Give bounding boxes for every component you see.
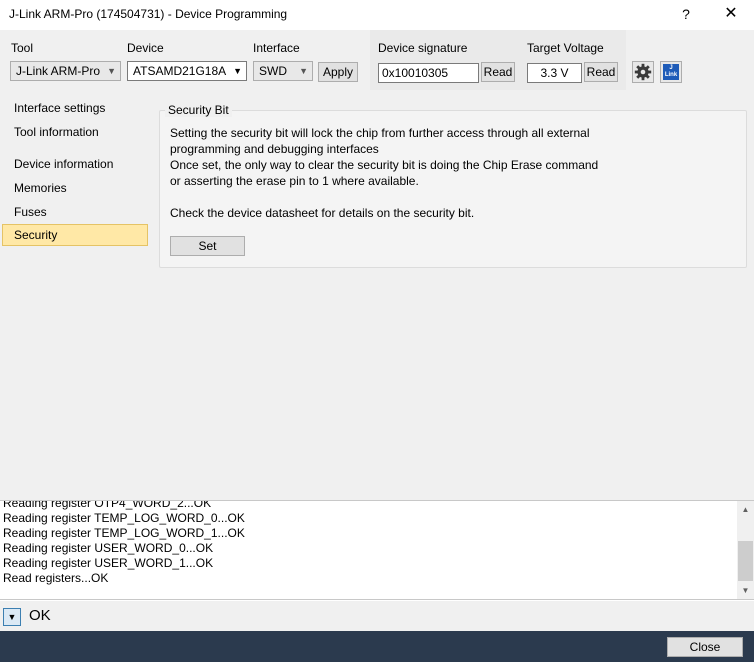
security-description-line: or asserting the erase pin to 1 where av…: [170, 174, 419, 188]
log-line: Reading register USER_WORD_1...OK: [3, 556, 214, 570]
window-close-button[interactable]: ✕: [720, 4, 742, 24]
tool-select-value: J-Link ARM-Pro: [16, 64, 101, 78]
jlink-logo-icon: J Link: [663, 64, 679, 80]
help-button[interactable]: ?: [676, 4, 696, 24]
gear-icon: [634, 63, 652, 81]
security-panel: Security Bit Setting the security bit wi…: [150, 90, 754, 500]
scroll-up-icon[interactable]: ▲: [737, 501, 754, 518]
sidebar-item-security[interactable]: Security: [2, 224, 148, 246]
security-description-line: Once set, the only way to clear the secu…: [170, 158, 599, 172]
sidebar-item-interface-settings[interactable]: Interface settings: [2, 97, 148, 119]
signature-voltage-panel: Device signature 0x10010305 Read Target …: [370, 30, 626, 90]
footer-bar: Close: [0, 631, 754, 662]
set-security-bit-button[interactable]: Set: [170, 236, 245, 256]
tool-label: Tool: [11, 41, 34, 55]
log-line: Reading register OTP4_WORD_2...OK: [3, 500, 212, 510]
log-output[interactable]: Reading register OTP4_WORD_2...OK Readin…: [0, 500, 754, 600]
voltage-label: Target Voltage: [527, 41, 604, 55]
voltage-read-button[interactable]: Read: [584, 62, 618, 82]
security-description-line: Setting the security bit will lock the c…: [170, 126, 590, 140]
interface-label: Interface: [253, 41, 300, 55]
interface-select[interactable]: SWD ▼: [253, 61, 313, 81]
sidebar-item-tool-information[interactable]: Tool information: [2, 121, 148, 143]
sidebar-item-fuses[interactable]: Fuses: [2, 201, 148, 223]
log-scrollbar[interactable]: ▲ ▼: [737, 501, 754, 599]
log-line: Reading register TEMP_LOG_WORD_1...OK: [3, 526, 245, 540]
scroll-down-icon[interactable]: ▼: [737, 582, 754, 599]
tool-select[interactable]: J-Link ARM-Pro ▼: [10, 61, 121, 81]
close-button[interactable]: Close: [667, 637, 743, 657]
expand-log-button[interactable]: ▼: [3, 608, 21, 626]
signature-label: Device signature: [378, 41, 468, 55]
toolbar: Tool J-Link ARM-Pro ▼ Device ATSAMD21G18…: [0, 30, 754, 90]
chevron-down-icon: ▼: [299, 66, 308, 76]
security-bit-group-title: Security Bit: [165, 103, 232, 117]
sidebar-item-memories[interactable]: Memories: [2, 177, 148, 199]
device-select[interactable]: ATSAMD21G18A ▼: [127, 61, 247, 81]
chevron-down-icon: ▼: [233, 66, 242, 76]
jlink-about-button[interactable]: J Link: [660, 61, 682, 83]
settings-button[interactable]: [632, 61, 654, 83]
log-line: Reading register USER_WORD_0...OK: [3, 541, 214, 555]
log-line: Reading register TEMP_LOG_WORD_0...OK: [3, 511, 245, 525]
log-line: Read registers...OK: [3, 571, 109, 585]
security-description-line: Check the device datasheet for details o…: [170, 206, 475, 220]
status-text: OK: [29, 607, 51, 624]
security-description-line: programming and debugging interfaces: [170, 142, 379, 156]
window-title: J-Link ARM-Pro (174504731) - Device Prog…: [9, 7, 288, 21]
device-label: Device: [127, 41, 164, 55]
sidebar-item-device-information[interactable]: Device information: [2, 153, 148, 175]
title-bar: J-Link ARM-Pro (174504731) - Device Prog…: [0, 0, 754, 30]
sidebar: Interface settings Tool information Devi…: [0, 90, 150, 500]
signature-read-button[interactable]: Read: [481, 62, 515, 82]
chevron-down-icon: ▼: [7, 612, 17, 622]
apply-button[interactable]: Apply: [318, 62, 358, 82]
chevron-down-icon: ▼: [107, 66, 116, 76]
log-scrollbar-thumb[interactable]: [738, 541, 753, 581]
security-bit-group: Security Bit Setting the security bit wi…: [159, 103, 747, 268]
device-select-value: ATSAMD21G18A: [133, 64, 227, 78]
signature-field[interactable]: 0x10010305: [378, 63, 479, 83]
interface-select-value: SWD: [259, 64, 287, 78]
voltage-field[interactable]: 3.3 V: [527, 63, 582, 83]
status-row: ▼ OK: [0, 601, 754, 631]
